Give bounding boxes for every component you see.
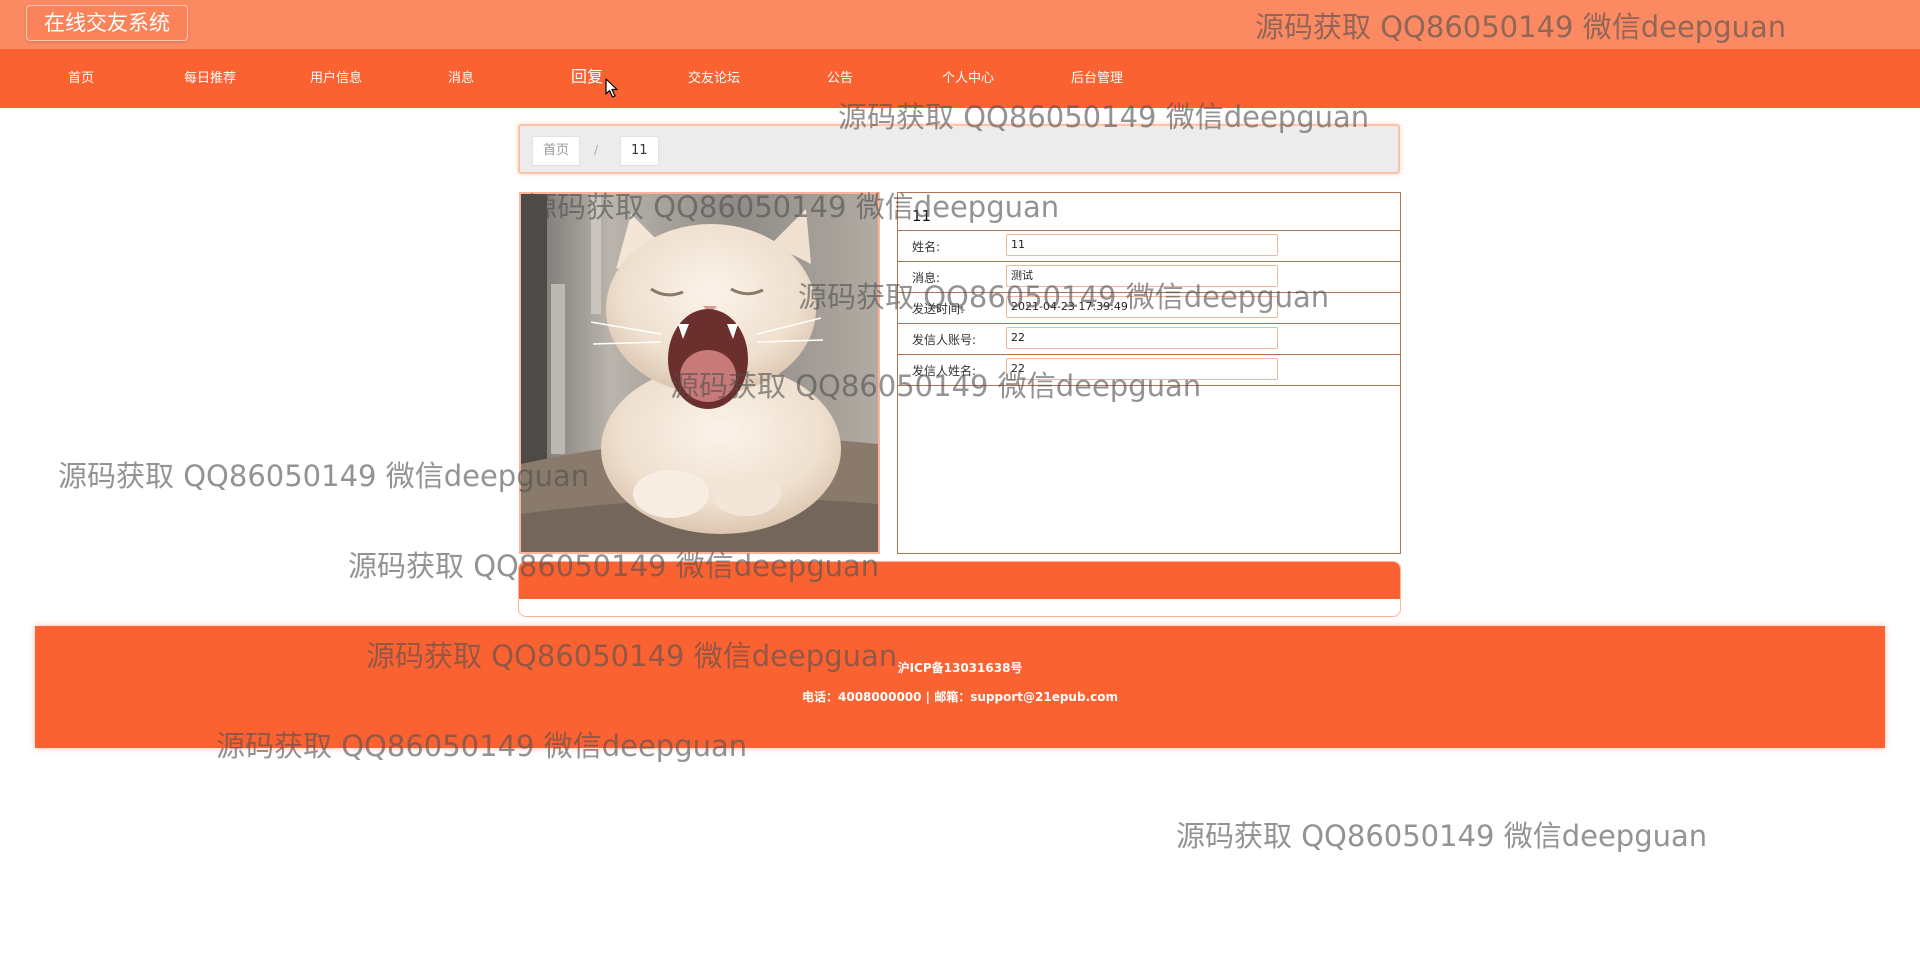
detail-row-message: 消息: 测试 bbox=[898, 261, 1400, 292]
nav-item-messages[interactable]: 消息 bbox=[448, 49, 474, 108]
action-bar bbox=[518, 561, 1401, 617]
sender-account-field[interactable]: 22 bbox=[1006, 327, 1278, 349]
nav-item-user-info[interactable]: 用户信息 bbox=[310, 49, 362, 108]
message-detail-panel: 11 姓名: 11 消息: 测试 发送时间: 2021-04-23 17:39:… bbox=[897, 192, 1401, 554]
send-time-label: 发送时间: bbox=[912, 302, 965, 316]
detail-row-name: 姓名: 11 bbox=[898, 230, 1400, 261]
name-label: 姓名: bbox=[912, 240, 941, 254]
top-bar: 在线交友系统 bbox=[0, 0, 1920, 49]
footer: 沪ICP备13031638号 电话：4008000000 | 邮箱：suppor… bbox=[35, 626, 1885, 748]
nav-item-announcements[interactable]: 公告 bbox=[827, 49, 853, 108]
footer-contact: 电话：4008000000 | 邮箱：support@21epub.com bbox=[802, 690, 1118, 704]
nav-item-forum[interactable]: 交友论坛 bbox=[688, 49, 740, 108]
breadcrumb-current: 11 bbox=[620, 136, 659, 166]
message-label: 消息: bbox=[912, 271, 941, 285]
watermark: 源码获取 QQ86050149 微信deepguan bbox=[58, 459, 590, 493]
watermark: 源码获取 QQ86050149 微信deepguan bbox=[1176, 819, 1708, 853]
cat-photo-illustration bbox=[521, 194, 878, 552]
name-field[interactable]: 11 bbox=[1006, 234, 1278, 256]
breadcrumb: 首页 / 11 bbox=[518, 124, 1400, 174]
detail-row-sender-account: 发信人账号: 22 bbox=[898, 323, 1400, 354]
breadcrumb-separator: / bbox=[594, 143, 599, 157]
message-field[interactable]: 测试 bbox=[1006, 265, 1278, 287]
breadcrumb-home[interactable]: 首页 bbox=[532, 136, 581, 166]
detail-title: 11 bbox=[912, 207, 932, 225]
mouse-pointer-icon bbox=[605, 78, 618, 98]
sender-name-label: 发信人姓名: bbox=[912, 364, 977, 378]
nav-item-daily-recommend[interactable]: 每日推荐 bbox=[184, 49, 236, 108]
detail-row-sender-name: 发信人姓名: 22 bbox=[898, 354, 1400, 386]
nav-item-home[interactable]: 首页 bbox=[68, 49, 94, 108]
detail-row-send-time: 发送时间: 2021-04-23 17:39:49 bbox=[898, 292, 1400, 323]
sender-name-field[interactable]: 22 bbox=[1006, 358, 1278, 380]
sender-account-label: 发信人账号: bbox=[912, 333, 977, 347]
main-nav: 首页 每日推荐 用户信息 消息 回复 交友论坛 公告 个人中心 后台管理 bbox=[0, 49, 1920, 108]
app-title[interactable]: 在线交友系统 bbox=[26, 5, 188, 41]
nav-item-admin[interactable]: 后台管理 bbox=[1071, 49, 1123, 108]
profile-photo bbox=[519, 192, 880, 554]
nav-item-personal-center[interactable]: 个人中心 bbox=[942, 49, 994, 108]
nav-item-reply[interactable]: 回复 bbox=[571, 49, 603, 108]
footer-icp: 沪ICP备13031638号 bbox=[897, 661, 1023, 675]
action-bar-header[interactable] bbox=[519, 562, 1400, 599]
send-time-field[interactable]: 2021-04-23 17:39:49 bbox=[1006, 296, 1278, 318]
